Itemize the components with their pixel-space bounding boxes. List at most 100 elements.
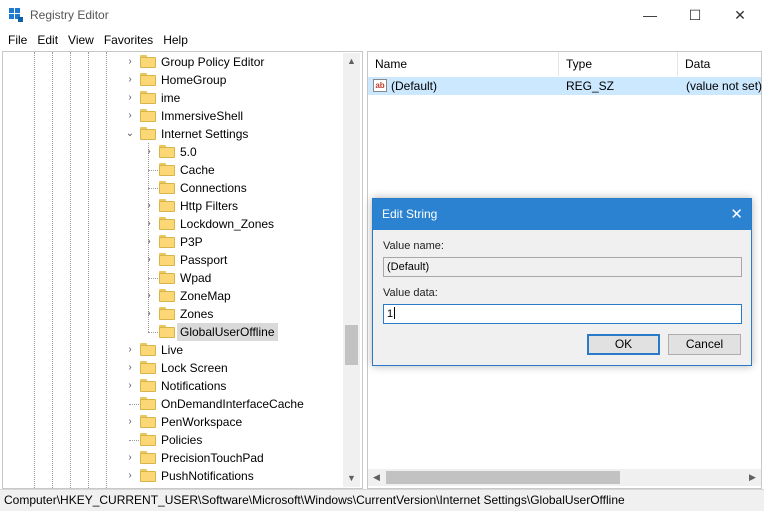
tree-item[interactable]: GlobalUserOffline <box>3 323 343 341</box>
column-header-data[interactable]: Data <box>678 52 761 76</box>
chevron-right-icon[interactable]: › <box>144 251 154 269</box>
value-data-input[interactable]: 1 <box>383 304 742 324</box>
chevron-right-icon[interactable]: › <box>125 359 135 377</box>
tree-item[interactable]: › HomeGroup <box>3 71 343 89</box>
folder-icon <box>140 379 156 392</box>
list-item[interactable]: ab (Default) REG_SZ (value not set) <box>368 77 762 95</box>
tree-item-label: PrecisionTouchPad <box>161 451 264 465</box>
scroll-right-icon[interactable]: ▶ <box>744 469 761 486</box>
folder-icon <box>159 325 175 338</box>
chevron-right-icon[interactable]: › <box>144 233 154 251</box>
chevron-right-icon[interactable]: › <box>144 197 154 215</box>
tree-item-label: 5.0 <box>180 145 197 159</box>
chevron-right-icon[interactable]: › <box>144 305 154 323</box>
tree-item-label: Http Filters <box>180 199 239 213</box>
value-name-label: Value name: <box>383 240 444 252</box>
tree-connector <box>129 440 139 441</box>
scroll-thumb[interactable] <box>386 471 620 484</box>
menu-help[interactable]: Help <box>158 31 193 51</box>
menu-file[interactable]: File <box>3 31 32 51</box>
tree-connector <box>148 170 158 171</box>
chevron-down-icon[interactable]: ⌄ <box>125 125 135 143</box>
chevron-right-icon[interactable]: › <box>144 143 154 161</box>
folder-icon <box>159 199 175 212</box>
tree-item[interactable]: › Group Policy Editor <box>3 53 343 71</box>
chevron-right-icon[interactable]: › <box>125 449 135 467</box>
tree-item[interactable]: Connections <box>3 179 343 197</box>
dialog-title: Edit String <box>382 207 438 221</box>
folder-icon <box>140 73 156 86</box>
close-icon[interactable]: ✕ <box>717 0 763 31</box>
registry-editor-app-icon <box>9 8 23 22</box>
chevron-right-icon[interactable]: › <box>125 107 135 125</box>
chevron-right-icon[interactable]: › <box>125 467 135 485</box>
chevron-right-icon[interactable]: › <box>125 377 135 395</box>
menu-view[interactable]: View <box>63 31 99 51</box>
column-header-type[interactable]: Type <box>559 52 678 76</box>
tree-item[interactable]: › PushNotifications <box>3 467 343 485</box>
tree-item[interactable]: OnDemandInterfaceCache <box>3 395 343 413</box>
chevron-right-icon[interactable]: › <box>144 287 154 305</box>
title-bar[interactable]: Registry Editor — ☐ ✕ <box>0 0 764 31</box>
ok-button[interactable]: OK <box>587 334 660 355</box>
tree-item[interactable]: Policies <box>3 431 343 449</box>
value-data-label: Value data: <box>383 287 438 299</box>
folder-icon <box>159 163 175 176</box>
tree-item[interactable]: › Zones <box>3 305 343 323</box>
tree-vertical-scrollbar[interactable]: ▲ ▼ <box>343 53 360 487</box>
tree-item[interactable]: Cache <box>3 161 343 179</box>
chevron-right-icon[interactable]: › <box>144 215 154 233</box>
folder-icon <box>140 343 156 356</box>
tree-item[interactable]: › Live <box>3 341 343 359</box>
tree-item[interactable]: › ZoneMap <box>3 287 343 305</box>
tree-item[interactable]: › Lock Screen <box>3 359 343 377</box>
tree-item-label: Cache <box>180 163 215 177</box>
chevron-right-icon[interactable]: › <box>125 341 135 359</box>
tree-item-label: P3P <box>180 235 203 249</box>
tree-item[interactable]: › Lockdown_Zones <box>3 215 343 233</box>
dialog-close-icon[interactable]: ✕ <box>730 199 743 230</box>
tree-item[interactable]: › Notifications <box>3 377 343 395</box>
scroll-thumb[interactable] <box>345 325 358 365</box>
folder-icon <box>159 289 175 302</box>
list-horizontal-scrollbar[interactable]: ◀ ▶ <box>368 469 761 486</box>
tree-item-label: Wpad <box>180 271 212 285</box>
column-header-name[interactable]: Name <box>368 52 559 76</box>
chevron-right-icon[interactable]: › <box>125 89 135 107</box>
folder-icon <box>140 469 156 482</box>
scroll-up-icon[interactable]: ▲ <box>343 53 360 70</box>
folder-icon <box>140 433 156 446</box>
key-tree-pane[interactable]: › Group Policy Editor › HomeGroup › ime › Immer… <box>2 51 363 489</box>
folder-icon <box>140 451 156 464</box>
scroll-down-icon[interactable]: ▼ <box>343 470 360 487</box>
tree-item-label: ZoneMap <box>180 289 231 303</box>
tree-item[interactable]: › PenWorkspace <box>3 413 343 431</box>
tree-item-label: ImmersiveShell <box>161 109 244 123</box>
value-name-field: (Default) <box>383 257 742 277</box>
scroll-left-icon[interactable]: ◀ <box>368 469 385 486</box>
edit-string-dialog: Edit String ✕ Value name: (Default) Valu… <box>372 198 752 366</box>
tree-item[interactable]: ⌄ Internet Settings <box>3 125 343 143</box>
tree-item[interactable]: › ImmersiveShell <box>3 107 343 125</box>
tree-item[interactable]: › Passport <box>3 251 343 269</box>
menu-favorites[interactable]: Favorites <box>99 31 158 51</box>
tree-item-label: GlobalUserOffline <box>177 323 278 341</box>
menu-edit[interactable]: Edit <box>32 31 63 51</box>
chevron-right-icon[interactable]: › <box>125 53 135 71</box>
tree-item-label: Lockdown_Zones <box>180 217 275 231</box>
cancel-button[interactable]: Cancel <box>668 334 741 355</box>
tree-item[interactable]: › P3P <box>3 233 343 251</box>
tree-item[interactable]: Wpad <box>3 269 343 287</box>
minimize-icon[interactable]: — <box>627 0 673 31</box>
tree-item[interactable]: › PrecisionTouchPad <box>3 449 343 467</box>
dialog-title-bar[interactable]: Edit String ✕ <box>373 199 751 230</box>
folder-icon <box>159 235 175 248</box>
maximize-icon[interactable]: ☐ <box>672 0 718 31</box>
tree-item[interactable]: › ime <box>3 89 343 107</box>
chevron-right-icon[interactable]: › <box>125 71 135 89</box>
chevron-right-icon[interactable]: › <box>125 413 135 431</box>
tree-item[interactable]: › Http Filters <box>3 197 343 215</box>
tree-item[interactable]: › 5.0 <box>3 143 343 161</box>
tree-item-label: Lock Screen <box>161 361 228 375</box>
folder-icon <box>140 415 156 428</box>
